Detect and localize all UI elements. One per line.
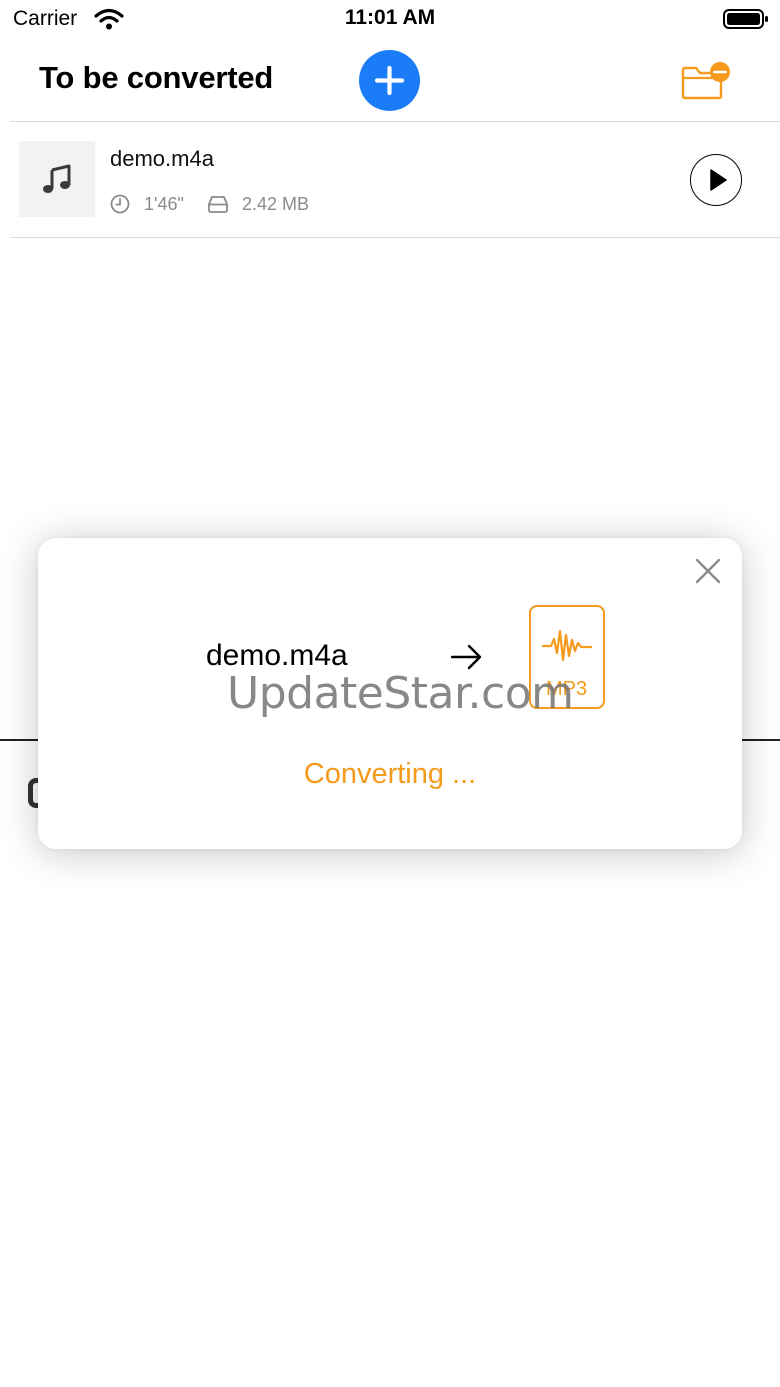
row-divider <box>10 237 780 238</box>
add-file-button[interactable] <box>359 50 420 111</box>
play-icon <box>710 169 727 191</box>
converting-status: Converting ... <box>303 758 477 790</box>
file-duration: 1'46" <box>144 194 184 214</box>
status-clock: 11:01 AM <box>344 6 436 29</box>
battery-icon <box>723 9 768 29</box>
status-bar: Carrier 11:01 AM <box>0 0 780 40</box>
arrow-right-icon <box>450 644 482 670</box>
plus-icon <box>374 65 405 96</box>
close-button[interactable] <box>690 553 726 589</box>
watermark: UpdateStar.com <box>227 668 574 719</box>
close-icon <box>695 558 721 584</box>
header: To be converted <box>0 44 780 120</box>
waveform-icon <box>542 629 592 662</box>
drive-icon <box>208 196 228 213</box>
file-size: 2.42 MB <box>242 194 310 214</box>
list-item[interactable]: demo.m4a 1'46" 2.42 MB <box>0 122 780 236</box>
page-title: To be converted <box>39 60 274 95</box>
file-thumbnail <box>19 141 95 217</box>
file-name: demo.m4a <box>110 146 214 171</box>
folder-minus-icon <box>681 62 730 100</box>
folder-remove-button[interactable] <box>680 61 732 101</box>
play-button[interactable] <box>690 154 742 206</box>
music-note-icon <box>43 164 71 193</box>
clock-icon <box>110 194 130 214</box>
